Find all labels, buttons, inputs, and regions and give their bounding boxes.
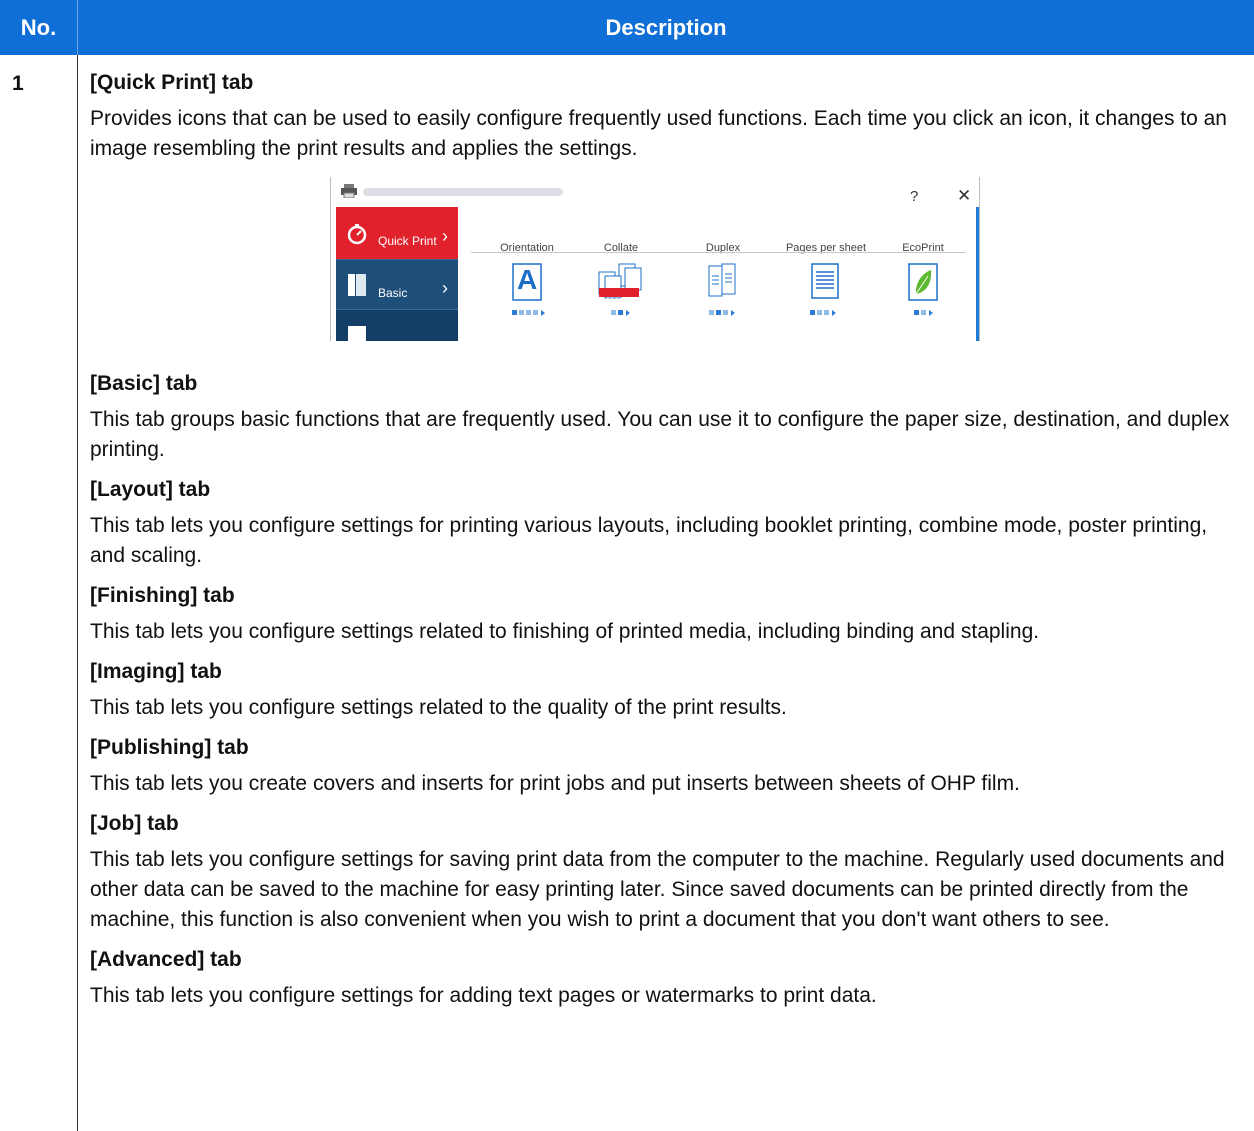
section-title-finishing: [Finishing] tab xyxy=(90,584,235,607)
sidebar-item-partial[interactable] xyxy=(336,309,458,341)
chevron-right-icon: › xyxy=(442,278,448,298)
sidebar-item-label: Quick Print xyxy=(378,234,437,248)
header-no: No. xyxy=(20,15,57,40)
pages-per-sheet-icon[interactable] xyxy=(805,262,845,304)
section-title-basic: [Basic] tab xyxy=(90,372,198,395)
indicator-duplex xyxy=(709,310,735,316)
header-divider xyxy=(471,252,966,253)
indicator-pages-per-sheet xyxy=(810,310,836,316)
close-button[interactable]: ✕ xyxy=(957,181,971,211)
section-body-basic: This tab groups basic functions that are… xyxy=(90,408,1230,461)
sidebar-item-basic[interactable]: Basic › xyxy=(336,259,458,310)
document-icon xyxy=(348,326,366,341)
collate-icon[interactable]: 123123 xyxy=(597,262,645,306)
column-label-duplex: Duplex xyxy=(705,242,741,254)
ecoprint-icon[interactable] xyxy=(903,262,943,304)
section-body-layout: This tab lets you configure settings for… xyxy=(90,514,1208,567)
driver-screenshot: ? ✕ Quick Print › Basic › Orientation Co… xyxy=(330,177,980,341)
description-cell: [Quick Print] tab Provides icons that ca… xyxy=(90,68,1240,1021)
orientation-letter: A xyxy=(517,264,538,295)
sidebar-item-quick-print[interactable]: Quick Print › xyxy=(336,207,458,259)
indicator-orientation xyxy=(512,310,545,316)
column-label-pages-per-sheet: Pages per sheet xyxy=(785,242,867,254)
window-border xyxy=(976,207,979,341)
duplex-icon[interactable] xyxy=(703,262,743,304)
section-title-advanced: [Advanced] tab xyxy=(90,948,242,971)
section-title-quick-print: [Quick Print] tab xyxy=(90,71,254,94)
section-title-publishing: [Publishing] tab xyxy=(90,736,249,759)
column-label-orientation: Orientation xyxy=(500,242,554,254)
orientation-icon[interactable]: A xyxy=(507,262,547,304)
window-title-blurred xyxy=(363,188,563,196)
printer-icon xyxy=(341,184,357,198)
section-body-publishing: This tab lets you create covers and inse… xyxy=(90,772,1020,795)
indicator-ecoprint xyxy=(914,310,933,316)
sidebar: Quick Print › Basic › xyxy=(336,207,458,341)
header-description: Description xyxy=(605,15,727,40)
description-table: No. Description 1 [Quick Print] tab Prov… xyxy=(0,0,1254,1131)
help-button[interactable]: ? xyxy=(910,182,918,212)
indicator-collate xyxy=(611,310,630,316)
section-body-advanced: This tab lets you configure settings for… xyxy=(90,984,877,1007)
driver-screenshot-area: ? ✕ Quick Print › Basic › Orientation Co… xyxy=(90,172,1240,369)
duplex-pages-icon xyxy=(708,263,736,297)
section-body-imaging: This tab lets you configure settings rel… xyxy=(90,696,787,719)
section-title-imaging: [Imaging] tab xyxy=(90,660,222,683)
table-header: No. Description xyxy=(0,0,1254,55)
lined-page-icon xyxy=(811,263,839,299)
stopwatch-icon xyxy=(347,224,367,245)
column-label-collate: Collate xyxy=(603,242,639,254)
leaf-icon xyxy=(908,263,938,301)
document-icon xyxy=(348,274,366,296)
column-divider xyxy=(77,55,78,1131)
title-bar: ? ✕ xyxy=(331,177,979,207)
section-body-job: This tab lets you configure settings for… xyxy=(90,848,1225,931)
row-number: 1 xyxy=(12,72,24,95)
section-title-layout: [Layout] tab xyxy=(90,478,211,501)
section-body-finishing: This tab lets you configure settings rel… xyxy=(90,620,1040,643)
section-title-job: [Job] tab xyxy=(90,812,179,835)
section-body-quick-print: Provides icons that can be used to easil… xyxy=(90,107,1227,160)
chevron-right-icon: › xyxy=(442,226,448,246)
column-label-ecoprint: EcoPrint xyxy=(902,242,944,254)
sidebar-item-label: Basic xyxy=(378,286,408,300)
